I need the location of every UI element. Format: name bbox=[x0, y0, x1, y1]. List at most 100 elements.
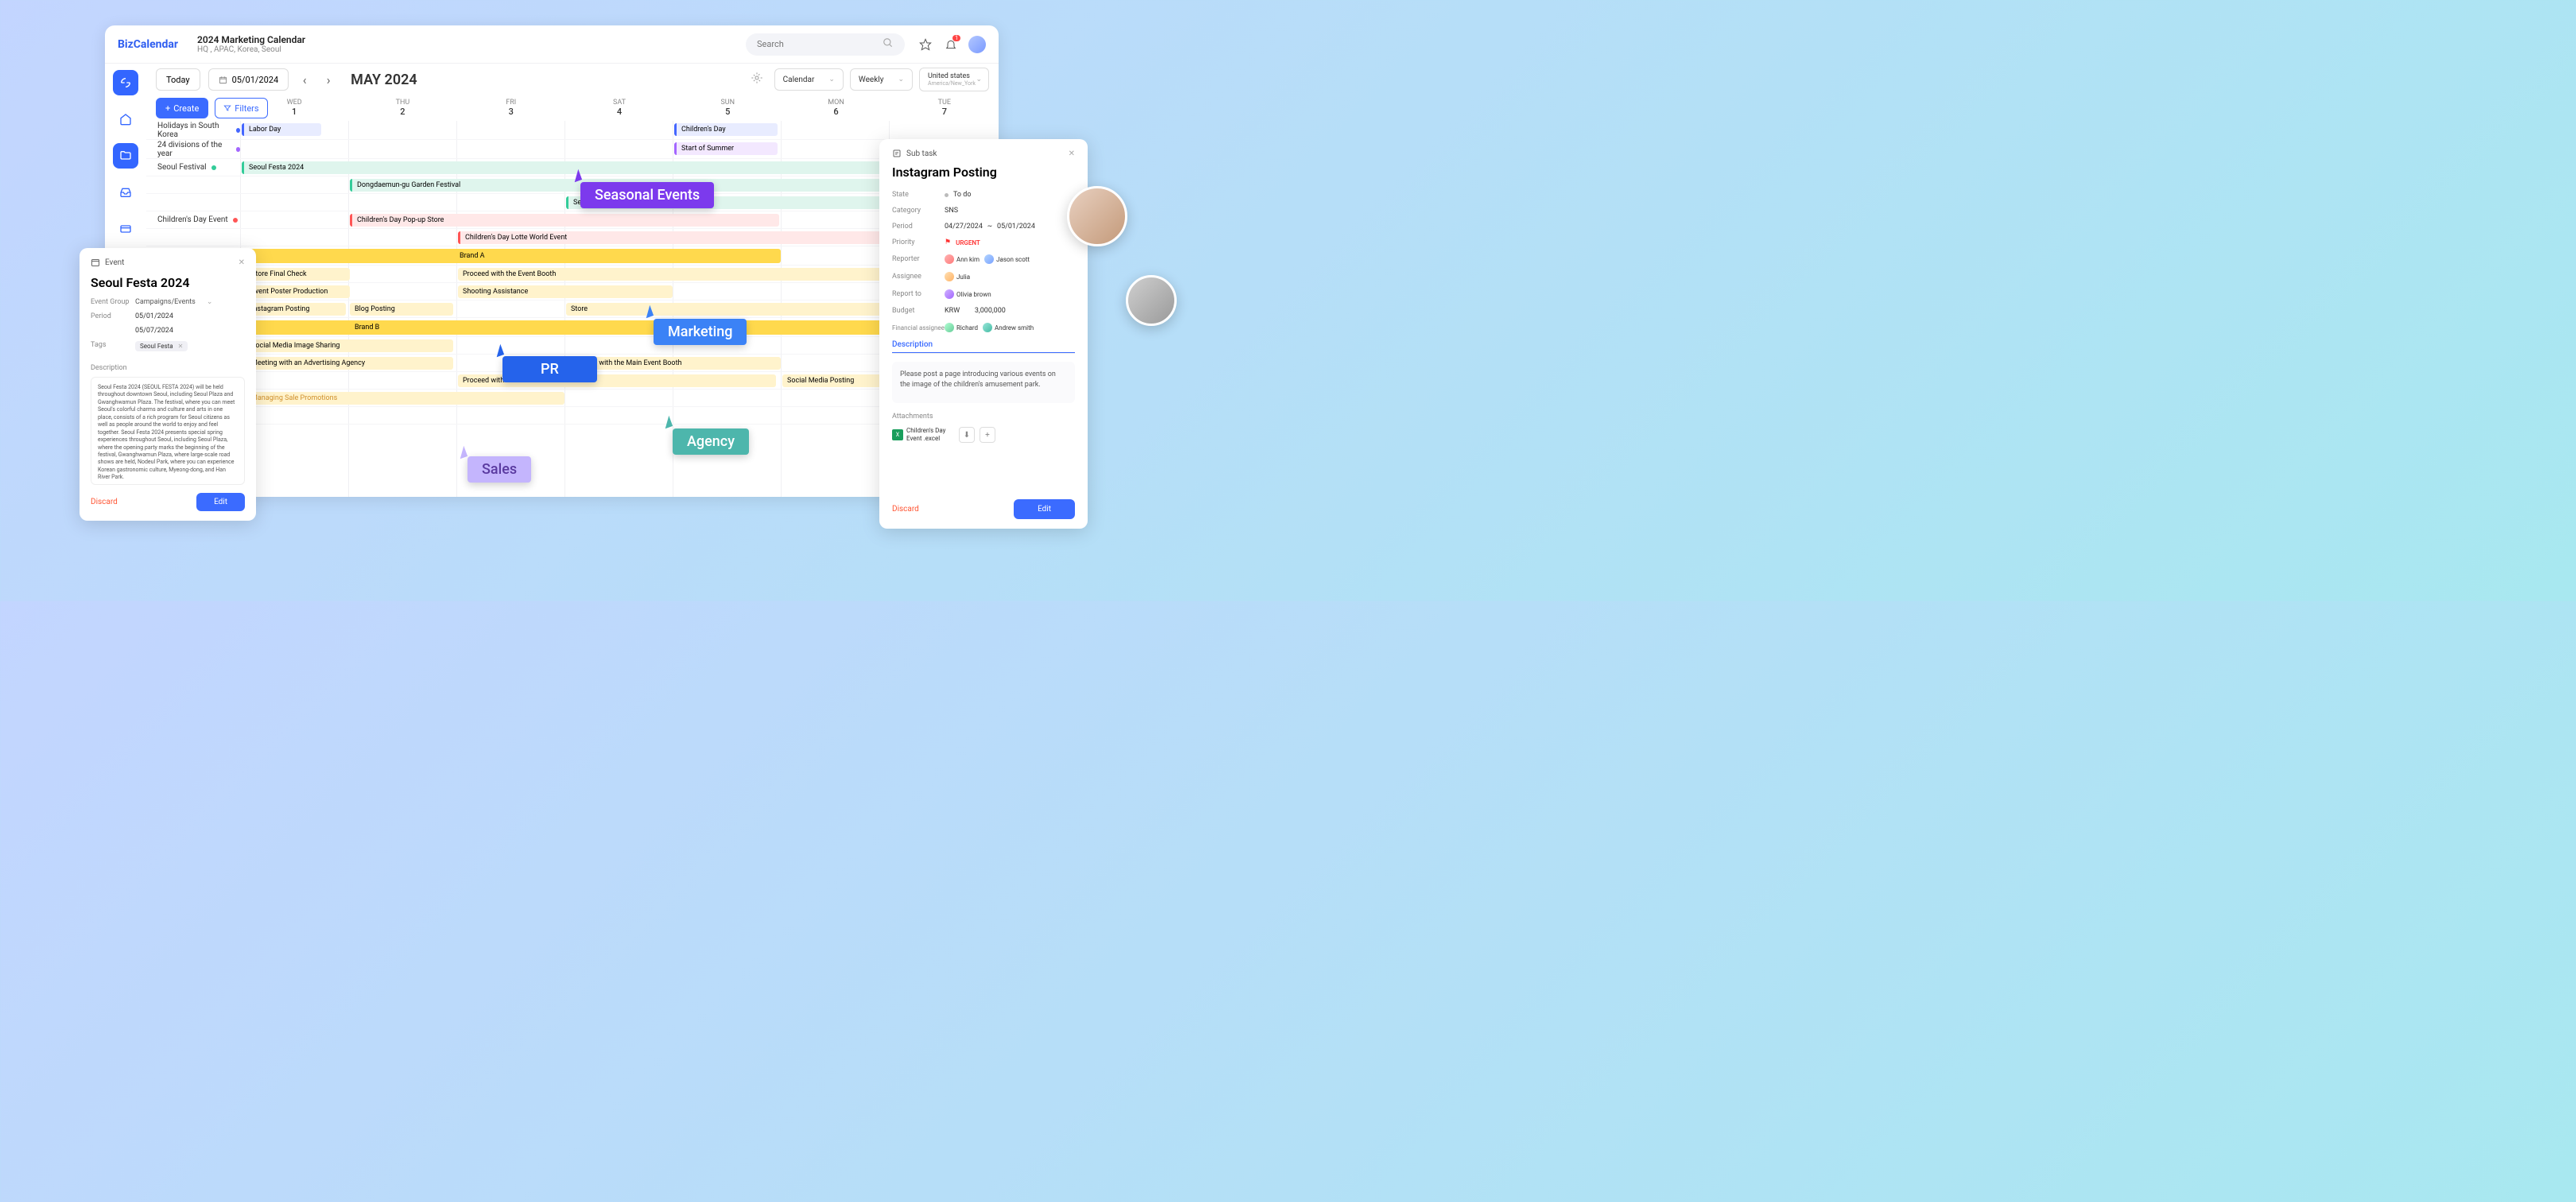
sidebar-inbox-icon[interactable] bbox=[113, 180, 138, 205]
event-meeting-ad[interactable]: Meeting with an Advertising Agency bbox=[246, 357, 453, 370]
day-header: TUE7 bbox=[890, 95, 999, 121]
top-icons: 1 bbox=[918, 36, 986, 53]
timezone-dropdown[interactable]: United states America/New_York ⌄ bbox=[919, 68, 989, 91]
discard-button[interactable]: Discard bbox=[91, 498, 118, 506]
field-label: Tags bbox=[91, 341, 135, 351]
event-shooting[interactable]: Shooting Assistance bbox=[458, 285, 673, 298]
calendar-row-marketing: Marketing··· Store Final Check Proceed w… bbox=[146, 266, 999, 283]
field-label: Event Group bbox=[91, 298, 135, 306]
tag-agency: Agency bbox=[673, 428, 749, 455]
subtask-panel: Sub task ✕ Instagram Posting StateTo do … bbox=[879, 139, 1088, 529]
period-dropdown[interactable]: Weekly⌄ bbox=[850, 68, 913, 91]
calendar-row-childrens-2: Children's Day Lotte World Event bbox=[146, 229, 999, 246]
user-avatar[interactable] bbox=[968, 36, 986, 53]
add-attachment-icon[interactable]: + bbox=[980, 427, 995, 443]
period-end[interactable]: 05/07/2024 bbox=[135, 327, 173, 335]
calendar-row-seoulfesta-3: Seoul Circus Festival bbox=[146, 194, 999, 211]
prev-arrow-icon[interactable]: ‹ bbox=[297, 72, 312, 87]
description-text[interactable]: Seoul Festa 2024 (SEOUL FESTA 2024) will… bbox=[91, 377, 245, 485]
calendar-row-advertising: Advertising··· Social Media Image Sharin… bbox=[146, 337, 999, 355]
discard-button[interactable]: Discard bbox=[892, 505, 919, 514]
tag-remove-icon[interactable]: ✕ bbox=[178, 343, 184, 350]
calendar-icon bbox=[91, 258, 100, 267]
period-start[interactable]: 05/01/2024 bbox=[135, 312, 173, 320]
edit-button[interactable]: Edit bbox=[196, 493, 245, 511]
close-icon[interactable]: ✕ bbox=[239, 258, 245, 267]
calendar-row-brand-b: −Brand B··· Brand B bbox=[146, 318, 999, 337]
event-managing-sale[interactable]: Managing Sale Promotions bbox=[246, 392, 564, 405]
breadcrumb: HQ , APAC, Korea, Seoul bbox=[197, 45, 305, 54]
event-group-select[interactable]: Campaigns/Events⌄ bbox=[135, 298, 212, 306]
subtask-description[interactable]: Please post a page introducing various e… bbox=[892, 362, 1075, 403]
content-area: Today 05/01/2024 ‹ › MAY 2024 Calendar⌄ … bbox=[146, 64, 999, 497]
calendar-row-childrens: Children's Day Event Children's Day Pop-… bbox=[146, 211, 999, 229]
event-start-summer[interactable]: Start of Summer bbox=[674, 142, 778, 155]
sidebar-folder-icon[interactable] bbox=[113, 143, 138, 169]
calendar-row-divisions: 24 divisions of the year Start of Summer bbox=[146, 140, 999, 159]
view-dropdown[interactable]: Calendar⌄ bbox=[774, 68, 844, 91]
budget-value[interactable]: KRW 3,000,000 bbox=[945, 307, 1006, 315]
bell-icon[interactable]: 1 bbox=[943, 37, 959, 52]
period-value[interactable]: 04/27/2024 ~ 05/01/2024 bbox=[945, 223, 1035, 231]
assignee-value[interactable]: Julia bbox=[945, 272, 970, 281]
page-title: 2024 Marketing Calendar bbox=[197, 34, 305, 45]
month-label: MAY 2024 bbox=[351, 72, 417, 88]
brand-logo[interactable]: BizCalendar bbox=[118, 38, 178, 51]
event-proceed-main[interactable]: Proceed with the Main Event Booth bbox=[566, 357, 781, 370]
calendar-toolbar: Today 05/01/2024 ‹ › MAY 2024 Calendar⌄ … bbox=[146, 64, 999, 95]
edit-button[interactable]: Edit bbox=[1014, 499, 1075, 519]
event-brand-a-bar[interactable]: Brand A bbox=[240, 249, 781, 263]
row-label-seoulfesta: Seoul Festival bbox=[157, 163, 207, 172]
report-to-value[interactable]: Olivia brown bbox=[945, 289, 991, 299]
event-labor-day[interactable]: Labor Day bbox=[242, 123, 321, 136]
collaborator-avatar-1[interactable] bbox=[1067, 186, 1127, 246]
event-childrens-day[interactable]: Children's Day bbox=[674, 123, 778, 136]
event-poster[interactable]: Event Poster Production bbox=[246, 285, 350, 298]
sidebar-card-icon[interactable] bbox=[113, 216, 138, 242]
day-header: FRI3 bbox=[457, 95, 565, 121]
day-header: WED1 bbox=[240, 95, 348, 121]
calendar-row-design: Design··· Event Poster Production Shooti… bbox=[146, 283, 999, 300]
sidebar-home-icon[interactable] bbox=[113, 107, 138, 132]
financial-value[interactable]: RichardAndrew smith bbox=[945, 323, 1034, 332]
day-header: SUN5 bbox=[673, 95, 782, 121]
panel-head-label: Event bbox=[105, 258, 124, 267]
category-value[interactable]: SNS bbox=[945, 207, 958, 215]
actions-row: + Create Filters WED1 THU2 FRI3 SAT4 SUN… bbox=[146, 95, 999, 121]
close-icon[interactable]: ✕ bbox=[1069, 149, 1075, 158]
app-logo-icon[interactable] bbox=[113, 70, 138, 95]
gear-icon[interactable] bbox=[751, 72, 763, 87]
tag-chip[interactable]: Seoul Festa✕ bbox=[135, 341, 188, 351]
collaborator-avatar-2[interactable] bbox=[1126, 275, 1177, 326]
excel-file-icon: X bbox=[892, 429, 903, 440]
row-label-childrens: Children's Day Event bbox=[157, 215, 228, 224]
description-tab[interactable]: Description bbox=[892, 340, 1075, 354]
search-field[interactable] bbox=[746, 33, 905, 56]
event-social-image[interactable]: Social Media Image Sharing bbox=[246, 339, 453, 352]
attachment-file[interactable]: X Children's Day Event .excel bbox=[892, 427, 954, 442]
row-label-divisions: 24 divisions of the year bbox=[157, 141, 231, 158]
date-picker[interactable]: 05/01/2024 bbox=[208, 68, 289, 91]
download-icon[interactable]: ⬇ bbox=[959, 427, 975, 443]
title-block: 2024 Marketing Calendar HQ , APAC, Korea… bbox=[197, 34, 305, 54]
event-popup-store[interactable]: Children's Day Pop-up Store bbox=[350, 214, 779, 227]
state-value[interactable]: To do bbox=[945, 191, 972, 199]
calendar-row-holidays: Holidays in South Korea Labor Day Childr… bbox=[146, 121, 999, 140]
tag-marketing: Marketing bbox=[654, 319, 747, 345]
create-button[interactable]: + Create bbox=[156, 98, 208, 118]
event-insta-post[interactable]: Instagram Posting bbox=[246, 303, 346, 316]
notification-badge: 1 bbox=[952, 35, 960, 41]
event-blog-post[interactable]: Blog Posting bbox=[350, 303, 453, 316]
priority-value[interactable]: ⚑URGENT bbox=[945, 238, 980, 246]
search-input[interactable] bbox=[757, 39, 883, 49]
day-header: THU2 bbox=[348, 95, 456, 121]
next-arrow-icon[interactable]: › bbox=[320, 72, 336, 87]
field-label: Period bbox=[91, 312, 135, 320]
add-campaign-button[interactable]: + Add Campaign bbox=[146, 425, 999, 445]
event-store-final[interactable]: Store Final Check bbox=[246, 268, 350, 281]
search-icon bbox=[883, 37, 894, 52]
star-icon[interactable] bbox=[918, 37, 933, 52]
today-button[interactable]: Today bbox=[156, 68, 200, 91]
reporter-value[interactable]: Ann kimJason scott bbox=[945, 254, 1030, 264]
tag-pr: PR bbox=[502, 356, 597, 382]
